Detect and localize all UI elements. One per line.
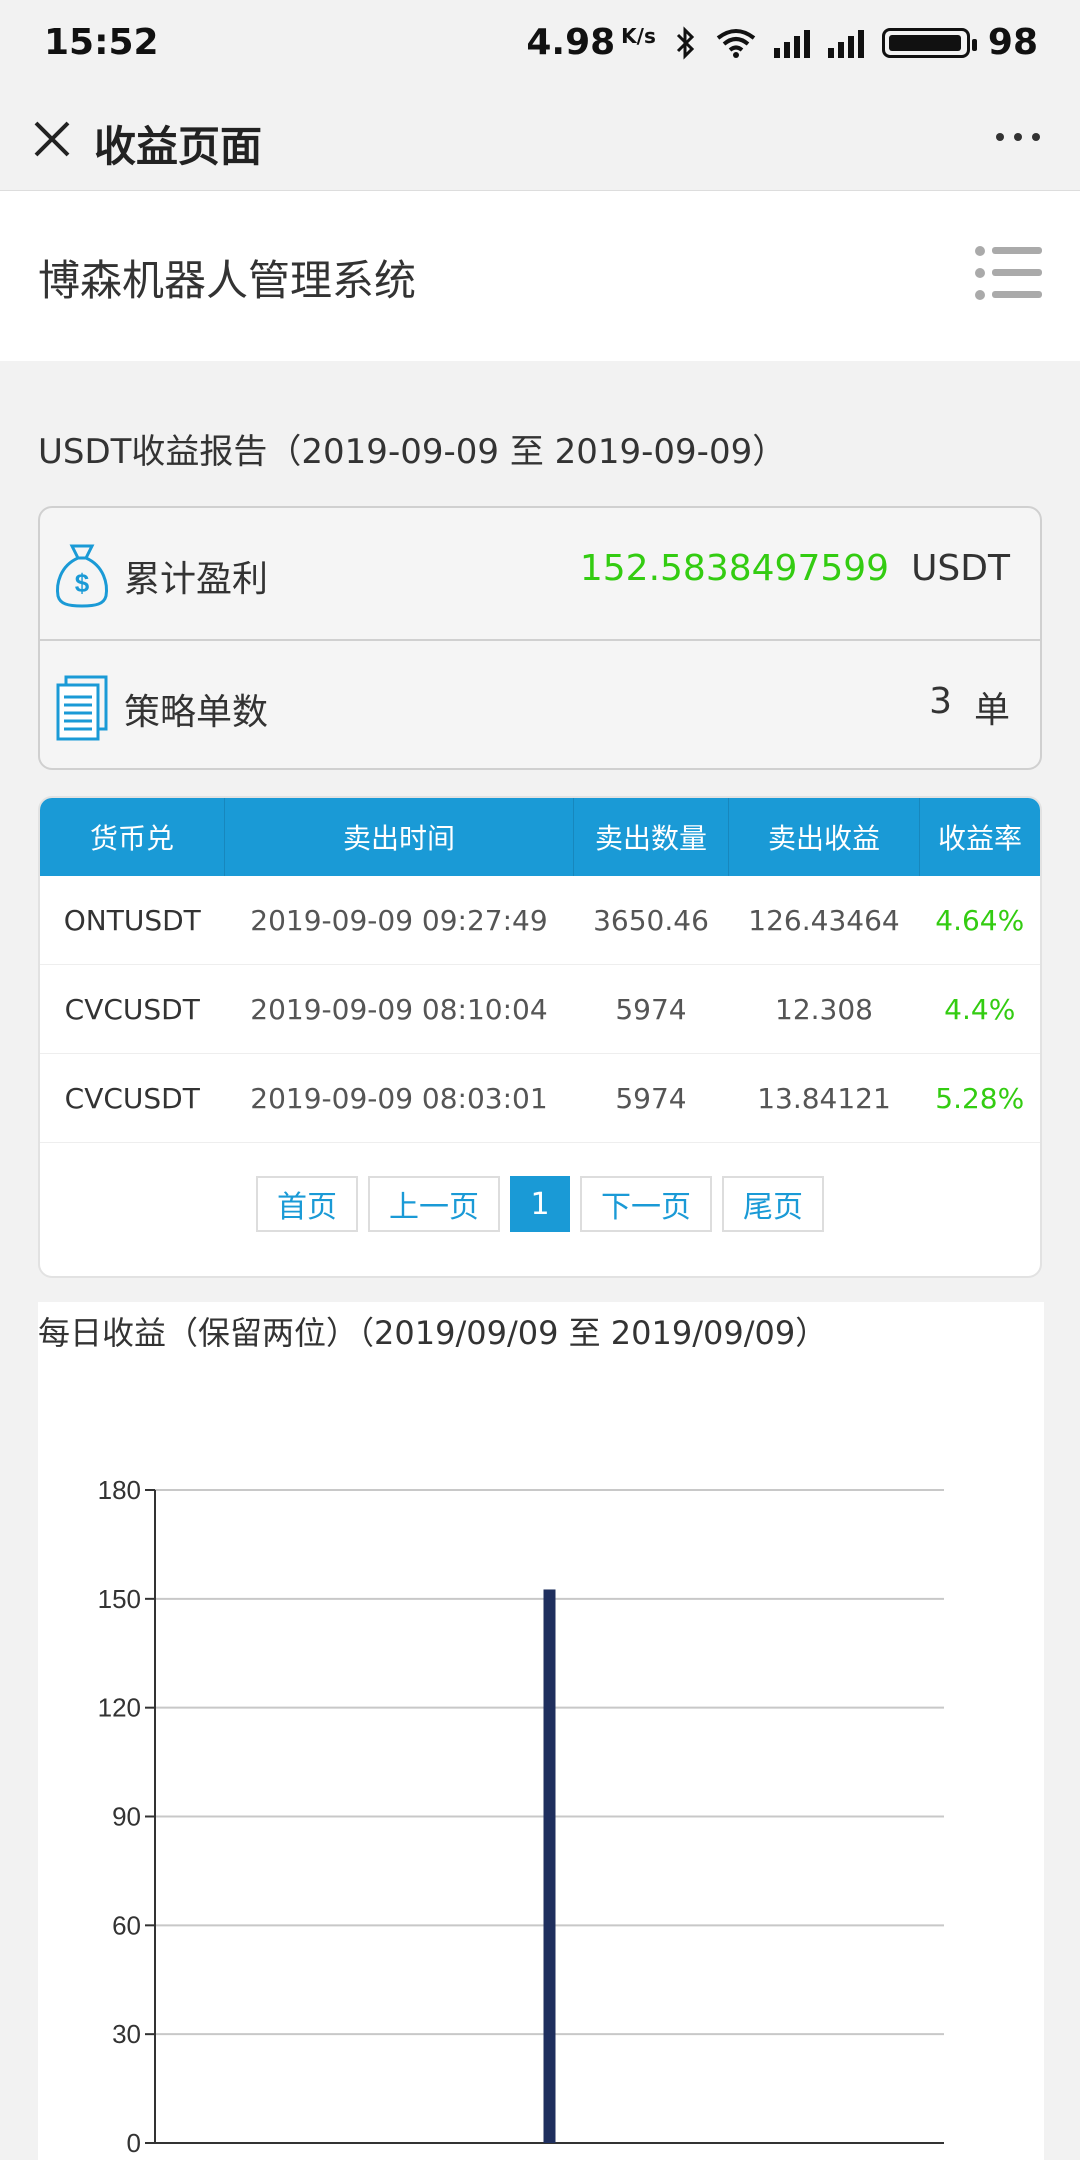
cell-time: 2019-09-09 09:27:49 (224, 876, 574, 965)
col-header-quantity: 卖出数量 (573, 798, 729, 876)
table-row: CVCUSDT 2019-09-09 08:10:04 5974 12.308 … (40, 964, 1040, 1054)
orders-value-group: 3 单 (929, 681, 1010, 733)
status-time: 15:52 (44, 22, 159, 63)
cell-quantity: 5974 (573, 1053, 729, 1143)
wifi-icon (716, 28, 756, 58)
page-1-button[interactable]: 1 (510, 1176, 570, 1232)
first-page-button[interactable]: 首页 (256, 1176, 358, 1232)
page-title: 收益页面 (94, 122, 263, 171)
signal-4g-icon-2 (827, 28, 864, 58)
daily-profit-chart-card: 每日收益（保留两位）（2019/09/09 至 2019/09/09） 0 30 6… (38, 1302, 1044, 2160)
orders-unit: 单 (973, 690, 1010, 731)
cell-rate: 4.4% (919, 964, 1040, 1054)
network-speed-unit: K/s (621, 24, 656, 48)
col-header-pair: 货币兑 (40, 798, 225, 876)
cell-quantity: 3650.46 (573, 876, 729, 965)
y-tick-label: 60 (112, 1910, 141, 1940)
app-header: 博森机器人管理系统 (0, 191, 1080, 361)
svg-text:$: $ (75, 568, 90, 598)
cell-rate: 4.64% (919, 876, 1040, 965)
y-tick-label: 180 (98, 1475, 141, 1505)
cell-profit: 12.308 (728, 964, 920, 1054)
col-header-rate: 收益率 (919, 798, 1040, 876)
daily-profit-chart: 0 30 60 90 120 150 180 (98, 1475, 944, 2158)
y-tick-label: 0 (127, 2128, 141, 2158)
y-tick-label: 120 (98, 1693, 141, 1723)
battery-icon (881, 27, 977, 58)
orders-value: 3 (929, 681, 952, 722)
status-icons: 4.98 K/s 98 (526, 22, 1038, 63)
profit-row: $ 累计盈利 152.5838497599 USDT (40, 508, 1040, 639)
money-bag-icon: $ (56, 544, 108, 608)
bluetooth-icon (676, 25, 695, 60)
y-tick-label: 90 (112, 1802, 141, 1832)
last-page-button[interactable]: 尾页 (722, 1176, 824, 1232)
profit-unit: USDT (911, 548, 1010, 589)
cell-pair: ONTUSDT (40, 876, 225, 965)
network-speed-value: 4.98 (526, 22, 616, 63)
cell-time: 2019-09-09 08:03:01 (224, 1053, 574, 1143)
orders-row: 策略单数 3 单 (40, 639, 1040, 768)
menu-list-icon[interactable] (974, 243, 1044, 303)
status-bar: 15:52 4.98 K/s 98 (0, 0, 1080, 95)
y-tick-label: 30 (112, 2019, 141, 2049)
cell-rate: 5.28% (919, 1053, 1040, 1143)
table-header-row: 货币兑 卖出时间 卖出数量 卖出收益 收益率 (40, 798, 1040, 876)
cell-pair: CVCUSDT (40, 1053, 225, 1143)
summary-card: $ 累计盈利 152.5838497599 USDT 策略单数 3 单 (38, 506, 1042, 770)
y-tick-label: 150 (98, 1584, 141, 1614)
table-row: ONTUSDT 2019-09-09 09:27:49 3650.46 126.… (40, 876, 1040, 965)
cell-time: 2019-09-09 08:10:04 (224, 964, 574, 1054)
table-row: CVCUSDT 2019-09-09 08:03:01 5974 13.8412… (40, 1053, 1040, 1143)
pagination: 首页 上一页 1 下一页 尾页 (40, 1176, 1040, 1232)
cell-quantity: 5974 (573, 964, 729, 1054)
profit-label: 累计盈利 (124, 559, 269, 600)
battery-level: 98 (987, 22, 1038, 63)
app-title: 博森机器人管理系统 (38, 256, 417, 305)
orders-label: 策略单数 (124, 692, 269, 733)
bar (543, 1589, 556, 2143)
profit-value: 152.5838497599 (579, 548, 890, 589)
sales-table-card: 货币兑 卖出时间 卖出数量 卖出收益 收益率 ONTUSDT 2019-09-0… (38, 796, 1042, 1278)
cell-pair: CVCUSDT (40, 964, 225, 1054)
report-title: USDT收益报告（2019-09-09 至 2019-09-09） (38, 432, 787, 472)
signal-4g-icon-1 (773, 28, 810, 58)
nav-bar: 收益页面 (0, 95, 1080, 191)
col-header-profit: 卖出收益 (728, 798, 920, 876)
close-icon[interactable] (28, 115, 76, 163)
col-header-time: 卖出时间 (224, 798, 574, 876)
cell-profit: 13.84121 (728, 1053, 920, 1143)
profit-value-group: 152.5838497599 USDT (580, 548, 1010, 589)
sales-table: 货币兑 卖出时间 卖出数量 卖出收益 收益率 ONTUSDT 2019-09-0… (40, 798, 1040, 1143)
document-icon (56, 675, 108, 741)
cell-profit: 126.43464 (728, 876, 920, 965)
next-page-button[interactable]: 下一页 (580, 1176, 712, 1232)
prev-page-button[interactable]: 上一页 (368, 1176, 500, 1232)
network-speed: 4.98 K/s (526, 22, 656, 63)
chart-title: 每日收益（保留两位）（2019/09/09 至 2019/09/09） (38, 1314, 828, 1352)
more-options-icon[interactable] (996, 133, 1040, 141)
